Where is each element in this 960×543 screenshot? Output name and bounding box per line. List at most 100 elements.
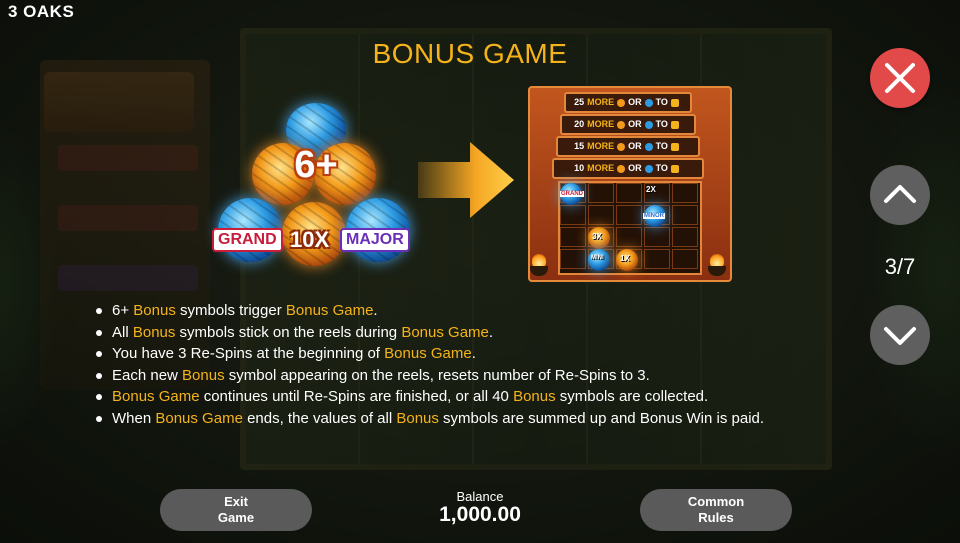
common-rules-button[interactable]: Common Rules [640,489,792,531]
rule-highlight: Bonus Game [384,345,472,362]
grid-cell [644,249,670,269]
grid-cell [672,227,698,247]
rule-item: All Bonus symbols stick on the reels dur… [94,322,854,344]
multiplier-tag: 10X [290,227,330,252]
rule-highlight: Bonus [132,323,176,341]
rule-item: You have 3 Re-Spins at the beginning of … [94,343,854,365]
grid-cell [560,249,586,269]
rule-highlight: Bonus Game [112,388,200,405]
rule-text: You have 3 Re-Spins at the beginning of [112,345,385,362]
level-count: 15 [574,141,585,151]
exit-game-label-line2: Game [217,510,255,525]
rule-highlight: Bonus Game [155,409,243,427]
grid-cell [644,227,670,247]
level-or-label: OR [628,119,642,129]
arrow-right-icon [418,142,514,218]
upgrade-level-bar: 10 MORE OR TO [552,158,704,179]
rule-highlight: Bonus [182,366,225,384]
rule-text: . [471,345,476,362]
rule-highlight: Bonus Game [401,323,489,341]
level-count: 20 [574,119,585,129]
grid-cell [588,205,614,225]
upgrade-level-bar: 15 MORE OR TO [556,136,700,157]
rule-item: Bonus Game continues until Re-Spins are … [94,386,854,408]
lock-icon [670,142,679,151]
upgrade-level-bar: 20 MORE OR TO [560,114,696,135]
balance-value: 1,000.00 [439,503,521,526]
gem-icon [644,120,653,129]
rule-text: When [112,409,156,427]
grid-cell [616,205,642,225]
major-jackpot-tag: MAJOR [340,228,410,252]
gem-icon [644,142,653,151]
balance-label: Balance [456,489,504,504]
level-to-label: TO [655,97,668,107]
level-or-label: OR [628,141,642,151]
close-button[interactable] [870,48,930,108]
level-count: 10 [574,163,585,173]
level-more-label: MORE [587,119,615,129]
close-icon [885,63,915,93]
rule-text: symbols are summed up and Bonus Win is p… [438,409,765,427]
grid-cell [560,205,586,225]
gem-icon [644,164,653,173]
common-rules-label-line2: Rules [698,510,734,525]
rule-text: 6+ [112,302,134,319]
grid-cell [616,183,642,203]
page-indicator: 3/7 [884,254,916,279]
gem-icon [644,98,653,107]
exit-game-label-line1: Exit [224,494,248,509]
lock-icon [670,164,679,173]
chevron-down-icon [884,327,916,345]
level-count: 25 [574,97,585,107]
rule-highlight: Bonus [513,388,556,405]
grid-cell [672,205,698,225]
rule-text: ends, the values of all [242,409,397,427]
grid-cell [560,227,586,247]
rule-text: . [488,323,494,341]
rule-item: When Bonus Game ends, the values of all … [94,408,854,430]
trigger-count-label: 6+ [294,144,338,186]
upgrade-level-bar: 25 MORE OR TO [564,92,692,113]
bonus-board-illustration: 25 MORE OR TO 20 MORE OR TO 15 MORE OR TO 10 MORE OR TO… [528,86,732,282]
exit-game-button[interactable]: Exit Game [160,489,312,531]
grid-cell [588,183,614,203]
lock-icon [670,98,679,107]
brand-logo: 3 OAKS [8,2,75,21]
lock-icon [670,120,679,129]
rule-highlight: Bonus [133,302,176,319]
grid-cell [672,249,698,269]
level-more-label: MORE [587,163,615,173]
coin-icon [617,142,626,151]
rule-text: Each new [112,366,183,384]
next-page-button[interactable] [870,305,930,365]
level-to-label: TO [655,119,668,129]
rule-text: symbol appearing on the reels, resets nu… [224,366,650,384]
common-rules-label-line1: Common [687,494,745,509]
rule-text: symbols are collected. [555,388,709,405]
multiplier-label: 1X [620,254,630,263]
rule-highlight: Bonus [396,409,439,427]
level-to-label: TO [655,141,668,151]
multiplier-label: 2X [646,185,656,194]
page-title: BONUS GAME [372,38,568,69]
level-more-label: MORE [587,97,615,107]
previous-page-button[interactable] [870,165,930,225]
coin-icon [617,120,626,129]
bonus-grid: GRAND 2X MINOR 3X MINI 1X [558,181,702,275]
rule-text: symbols trigger [175,302,286,319]
coin-icon [617,164,626,173]
mini-label: MINI [591,255,604,261]
level-to-label: TO [655,163,668,173]
level-more-label: MORE [587,141,615,151]
level-or-label: OR [628,163,642,173]
level-or-label: OR [628,97,642,107]
coin-icon [617,98,626,107]
rule-item: Each new Bonus symbol appearing on the r… [94,365,854,387]
rule-text: symbols stick on the reels during [175,323,402,341]
minor-label: MINOR [643,213,665,219]
dim-overlay [0,0,960,543]
grand-jackpot-tag: GRAND [212,228,283,252]
rule-text: . [373,302,378,319]
background-game-scene [0,0,960,543]
